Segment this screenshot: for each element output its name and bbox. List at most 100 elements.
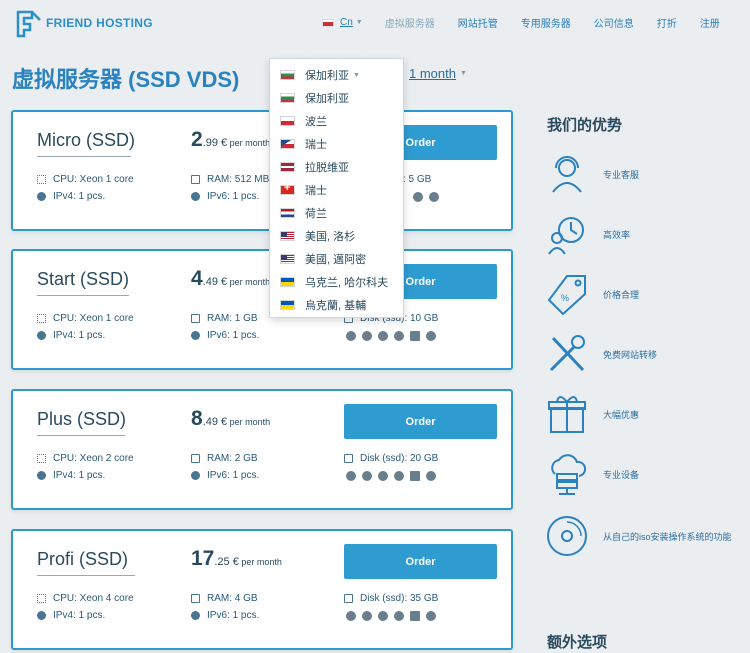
usa-flag-icon bbox=[280, 254, 295, 264]
feature-price: % 价格合理 bbox=[545, 272, 639, 316]
nav-item-register[interactable]: 注册 bbox=[700, 15, 720, 30]
nav-item-company[interactable]: 公司信息 bbox=[594, 15, 634, 30]
chevron-down-icon: ▼ bbox=[353, 71, 360, 79]
bulgaria-flag-icon bbox=[280, 70, 295, 80]
dropdown-item[interactable]: 瑞士 bbox=[280, 136, 327, 152]
spec-ipv6: IPv6: 1 pcs. bbox=[191, 191, 259, 202]
globe-icon bbox=[191, 192, 200, 201]
feature-label: 从自己的iso安装操作系统的功能 bbox=[603, 531, 732, 542]
russia-flag-icon bbox=[322, 18, 334, 27]
feature-equipment: 专业设备 bbox=[545, 452, 639, 496]
dropdown-item[interactable]: 美國, 邁阿密 bbox=[280, 251, 366, 267]
feature-efficiency: 高效率 bbox=[545, 212, 630, 256]
feature-label: 专业客服 bbox=[603, 169, 640, 180]
nav-item-discounts[interactable]: 打折 bbox=[657, 15, 677, 30]
gift-icon bbox=[548, 396, 586, 433]
feature-label: 高效率 bbox=[603, 229, 631, 240]
globe-icon bbox=[191, 331, 200, 340]
divider bbox=[37, 295, 129, 296]
os-icon bbox=[426, 471, 436, 481]
cpu-icon bbox=[37, 594, 46, 603]
language-selector[interactable]: Cn bbox=[340, 17, 353, 28]
logo[interactable]: FRIEND HOSTING bbox=[12, 8, 153, 38]
plan-name: Plus (SSD) bbox=[37, 409, 127, 429]
spec-ram: RAM: 2 GB bbox=[191, 453, 258, 464]
divider bbox=[37, 435, 125, 436]
dropdown-selected[interactable]: 保加利亚 ▼ bbox=[280, 67, 360, 83]
os-icon bbox=[426, 611, 436, 621]
globe-icon bbox=[37, 611, 46, 620]
plan-price: 4.49 € per month bbox=[191, 267, 271, 290]
svg-text:%: % bbox=[561, 293, 569, 303]
netherlands-flag-icon bbox=[280, 208, 295, 218]
dropdown-item[interactable]: 波兰 bbox=[280, 113, 327, 129]
cpu-icon bbox=[37, 314, 46, 323]
windows-icon bbox=[410, 331, 420, 341]
brand-name: FRIEND HOSTING bbox=[46, 16, 153, 30]
ukraine-flag-icon bbox=[280, 277, 295, 287]
feature-discount: 大幅优惠 bbox=[545, 392, 639, 436]
os-icon bbox=[394, 611, 404, 621]
logo-icon bbox=[16, 10, 41, 38]
nav-item-hosting[interactable]: 网站托管 bbox=[458, 15, 498, 30]
dropdown-item[interactable]: 保加利亚 bbox=[280, 90, 349, 106]
bulgaria-flag-icon bbox=[280, 93, 295, 103]
plan-price: 17.25 € per month bbox=[191, 547, 282, 570]
os-icon bbox=[362, 471, 372, 481]
dropdown-item[interactable]: 美国, 洛杉 bbox=[280, 228, 355, 244]
dropdown-item[interactable]: 荷兰 bbox=[280, 205, 327, 221]
os-icons bbox=[346, 611, 442, 621]
ram-icon bbox=[191, 454, 200, 463]
spec-disk: : 5 GB bbox=[403, 174, 432, 185]
windows-icon bbox=[410, 471, 420, 481]
order-button[interactable]: Order bbox=[344, 544, 497, 579]
plan-card-profi: Profi (SSD) 17.25 € per month Order CPU:… bbox=[11, 529, 513, 650]
cloud-server-icon bbox=[551, 454, 587, 495]
location-dropdown[interactable]: 保加利亚▼ 保加利亚 波兰 瑞士 拉脱维亚 瑞士 荷兰 美国, 洛杉 美國, 邁… bbox=[269, 58, 404, 318]
os-icons bbox=[346, 331, 442, 341]
os-icon bbox=[378, 331, 388, 341]
spec-cpu: CPU: Xeon 4 core bbox=[37, 593, 134, 604]
spec-ipv6: IPv6: 1 pcs. bbox=[191, 610, 259, 621]
os-icon bbox=[346, 471, 356, 481]
os-icon bbox=[362, 611, 372, 621]
spec-ipv4: IPv4: 1 pcs. bbox=[37, 610, 105, 621]
clock-icon bbox=[548, 217, 584, 255]
globe-icon bbox=[37, 331, 46, 340]
os-icon bbox=[346, 611, 356, 621]
os-icons bbox=[346, 471, 442, 481]
globe-icon bbox=[37, 192, 46, 201]
chevron-down-icon: ▼ bbox=[355, 19, 363, 26]
dropdown-item[interactable]: 拉脱维亚 bbox=[280, 159, 349, 175]
feature-label: 大幅优惠 bbox=[603, 409, 640, 420]
dropdown-item[interactable]: 乌克兰, 哈尔科夫 bbox=[280, 274, 388, 290]
page-title: 虚拟服务器 (SSD VDS) bbox=[12, 67, 240, 92]
nav-item-dedicated[interactable]: 专用服务器 bbox=[521, 15, 571, 30]
headset-icon bbox=[552, 156, 582, 193]
ram-icon bbox=[191, 594, 200, 603]
globe-icon bbox=[191, 611, 200, 620]
os-icon bbox=[362, 331, 372, 341]
order-button[interactable]: Order bbox=[344, 404, 497, 439]
dropdown-item[interactable]: 烏克蘭, 基輔 bbox=[280, 297, 366, 313]
cpu-icon bbox=[37, 454, 46, 463]
spec-disk: Disk (ssd): 20 GB bbox=[344, 453, 438, 464]
spec-ipv6: IPv6: 1 pcs. bbox=[191, 330, 259, 341]
feature-support: 专业客服 bbox=[545, 152, 639, 196]
czech-flag-icon bbox=[280, 139, 295, 149]
chevron-down-icon: ▼ bbox=[460, 70, 467, 77]
price-tag-icon: % bbox=[547, 275, 586, 316]
globe-icon bbox=[191, 471, 200, 480]
os-icon bbox=[413, 192, 423, 202]
spec-ipv4: IPv4: 1 pcs. bbox=[37, 470, 105, 481]
period-selector[interactable]: 1 month bbox=[409, 66, 456, 81]
disk-icon bbox=[344, 454, 353, 463]
os-icon bbox=[394, 331, 404, 341]
os-icon bbox=[378, 611, 388, 621]
plan-card-plus: Plus (SSD) 8.49 € per month Order CPU: X… bbox=[11, 389, 513, 510]
plan-name: Profi (SSD) bbox=[37, 549, 129, 569]
dropdown-item[interactable]: 瑞士 bbox=[280, 182, 327, 198]
nav-item-vps[interactable]: 虚拟服务器 bbox=[385, 15, 435, 30]
feature-iso: 从自己的iso安装操作系统的功能 bbox=[545, 514, 732, 558]
switzerland-flag-icon bbox=[280, 182, 295, 195]
